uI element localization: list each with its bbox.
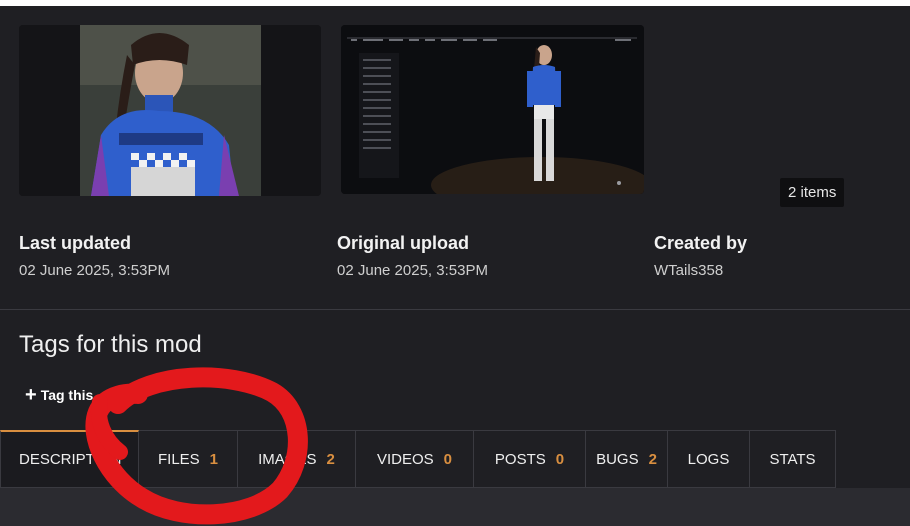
in-game-equipment-screenshot	[341, 25, 644, 194]
gallery-thumbnail-equipment[interactable]	[341, 25, 644, 194]
meta-label: Last updated	[19, 233, 132, 253]
meta-created-by: Created by WTails358	[654, 233, 747, 279]
tab-count: 2	[648, 450, 657, 468]
tag-this-label: Tag this	[40, 387, 94, 403]
mod-panel: 2 items Last updated 02 June 2025, 3:53P…	[0, 6, 910, 526]
tab-label: VIDEOS	[376, 450, 434, 468]
tab-label: LOGS	[687, 450, 730, 468]
character-portrait-image	[19, 25, 321, 196]
tags-heading: Tags for this mod	[19, 331, 202, 358]
creator-link[interactable]: WTails358	[654, 262, 747, 279]
tab-label: DESCRIPTION	[19, 451, 122, 468]
mod-tabs: DESCRIPTION FILES 1 IMAGES 2 VIDEOS 0 PO…	[0, 430, 836, 488]
tab-label: BUGS	[596, 450, 639, 468]
gallery-thumbnail-portrait[interactable]	[19, 25, 321, 196]
meta-label: Original upload	[337, 233, 470, 253]
tab-stats[interactable]: STATS	[750, 430, 836, 488]
meta-last-updated: Last updated 02 June 2025, 3:53PM	[19, 233, 170, 279]
tab-count: 0	[443, 450, 453, 468]
meta-label: Created by	[654, 233, 748, 253]
tag-this-button[interactable]: + Tag this	[25, 384, 94, 406]
tab-label: IMAGES	[258, 450, 317, 468]
tab-logs[interactable]: LOGS	[668, 430, 750, 488]
tab-count: 0	[555, 450, 565, 468]
tab-label: POSTS	[494, 450, 546, 468]
meta-value: 02 June 2025, 3:53PM	[19, 262, 170, 279]
tab-images[interactable]: IMAGES 2	[238, 430, 356, 488]
tab-videos[interactable]: VIDEOS 0	[356, 430, 474, 488]
plus-icon: +	[25, 384, 37, 406]
section-divider	[0, 309, 910, 310]
tab-count: 1	[209, 450, 219, 468]
meta-original-upload: Original upload 02 June 2025, 3:53PM	[337, 233, 488, 279]
gallery-items-count: 2 items	[780, 178, 845, 207]
meta-value: 02 June 2025, 3:53PM	[337, 262, 488, 279]
tab-label: FILES	[157, 450, 200, 468]
tab-posts[interactable]: POSTS 0	[474, 430, 586, 488]
tab-content-strip	[0, 488, 910, 526]
tab-description[interactable]: DESCRIPTION	[0, 430, 139, 488]
tab-label: STATS	[769, 450, 816, 468]
tab-count: 2	[326, 450, 335, 468]
tab-bugs[interactable]: BUGS 2	[586, 430, 668, 488]
tab-files[interactable]: FILES 1	[139, 430, 238, 488]
